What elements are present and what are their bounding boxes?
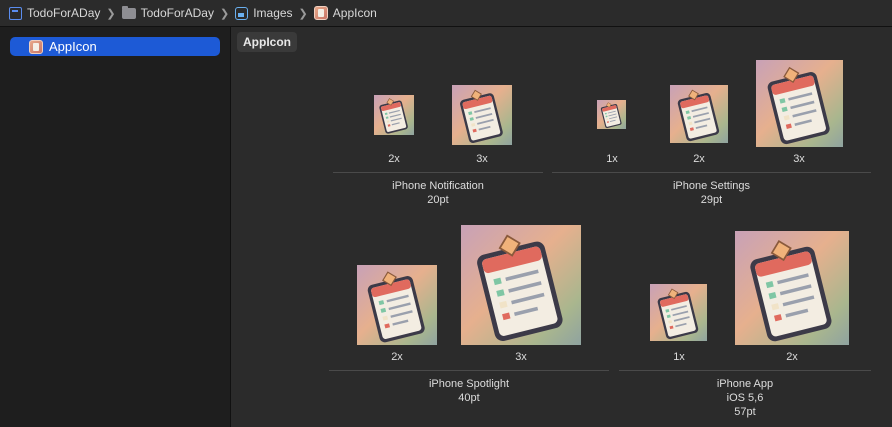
group-size: 29pt [700, 194, 723, 206]
slot-scale-label: 3x [793, 153, 805, 165]
clipboard-icon [657, 288, 699, 340]
sidebar-item-label: AppIcon [49, 39, 97, 54]
group-size: 40pt [458, 392, 480, 404]
slot-scale-label: 3x [476, 153, 488, 165]
slot-scale-label: 2x [786, 351, 798, 363]
breadcrumb-label: TodoForADay [140, 6, 214, 20]
slot-scale-label: 2x [391, 351, 403, 363]
icon-slot-settings-2x[interactable] [670, 85, 728, 143]
chevron-right-icon: ❯ [298, 7, 308, 20]
clipboard-icon [379, 98, 408, 134]
slot-scale-label: 1x [606, 153, 618, 165]
chevron-right-icon: ❯ [219, 7, 230, 20]
group-name: iPhone App [716, 378, 774, 390]
folder-icon [121, 5, 136, 19]
clipboard-icon [460, 89, 503, 144]
clipboard-icon [750, 240, 832, 342]
slot-scale-label: 2x [693, 153, 705, 165]
icon-slot-notification-2x[interactable] [374, 95, 414, 135]
group-size: 20pt [427, 194, 449, 206]
appicon-icon [29, 39, 43, 54]
group-name: iPhone Notification [392, 180, 484, 192]
breadcrumb-item-folder[interactable]: TodoForADay [121, 0, 214, 26]
clipboard-icon [477, 234, 563, 342]
group-name: iPhone Settings [672, 180, 751, 192]
clipboard-icon [367, 271, 425, 343]
group-name: iPhone Spotlight [428, 378, 510, 390]
icon-slot-spotlight-2x[interactable] [357, 265, 437, 345]
clipboard-icon [767, 66, 830, 145]
slot-scale-label: 3x [515, 351, 527, 363]
asset-catalog-icon [235, 6, 249, 20]
project-icon [9, 6, 22, 20]
breadcrumb-label: TodoForADay [27, 6, 101, 20]
breadcrumb-item-images[interactable]: Images [235, 0, 293, 26]
slot-scale-label: 2x [388, 153, 400, 165]
sidebar-item-appicon[interactable]: AppIcon [10, 37, 220, 56]
group-divider [329, 370, 609, 371]
breadcrumb-item-project[interactable]: TodoForADay [9, 0, 100, 26]
group-divider [619, 370, 871, 371]
breadcrumb-label: AppIcon [332, 6, 377, 20]
icon-slot-notification-3x[interactable] [452, 85, 512, 145]
icon-slot-settings-3x[interactable] [756, 60, 843, 147]
asset-editor: AppIcon 2x 3x iPhone Notification 20pt 1… [231, 27, 892, 427]
chevron-right-icon: ❯ [106, 7, 116, 20]
asset-title: AppIcon [237, 32, 297, 52]
breadcrumb: TodoForADay ❯ TodoForADay ❯ Images ❯ App… [0, 0, 892, 27]
group-size: 57pt [734, 406, 756, 418]
icon-slot-app-2x[interactable] [735, 231, 849, 345]
group-divider [333, 172, 543, 173]
breadcrumb-item-appicon[interactable]: AppIcon [313, 0, 377, 26]
appicon-icon [313, 6, 328, 20]
clipboard-icon [677, 89, 720, 142]
icon-slot-settings-1x[interactable] [597, 100, 626, 129]
icon-slot-spotlight-3x[interactable] [461, 225, 581, 345]
asset-sidebar: AppIcon [0, 27, 231, 427]
icon-slot-app-1x[interactable] [650, 284, 707, 341]
breadcrumb-label: Images [253, 6, 293, 20]
group-subtitle: iOS 5,6 [726, 392, 764, 404]
clipboard-icon [600, 102, 622, 129]
group-divider [552, 172, 871, 173]
slot-scale-label: 1x [673, 351, 685, 363]
